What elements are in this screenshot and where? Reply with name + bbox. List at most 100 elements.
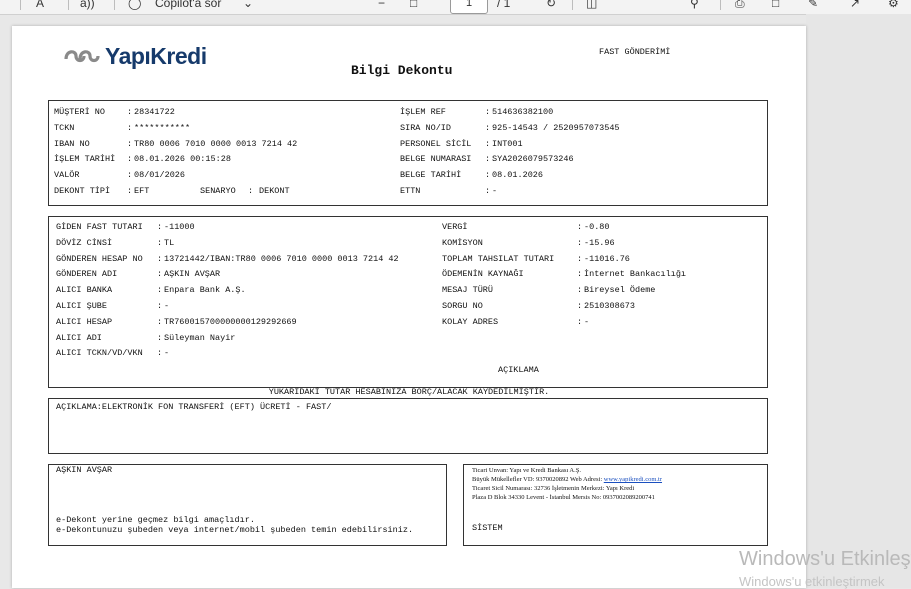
field-colon: : <box>577 237 583 248</box>
rotate-icon[interactable]: ↻ <box>546 0 556 12</box>
footer-customer-name: AŞKIN AVŞAR <box>56 465 113 475</box>
field-value: SYA2026079573246 <box>492 154 574 165</box>
field-value: Bireysel Ödeme <box>584 285 656 296</box>
field-label: İŞLEM TARİHİ <box>54 154 116 165</box>
field-value: Süleyman Nayir <box>164 332 236 343</box>
field-value: INT001 <box>492 138 523 149</box>
disclaimer-line-2: e-Dekontunuzu şubeden veya internet/mobi… <box>56 525 414 535</box>
field-value: - <box>492 186 498 196</box>
save-icon[interactable]: □ <box>772 0 779 12</box>
field-label: ÖDEMENİN KAYNAĞI <box>442 269 524 280</box>
field-colon: : <box>577 285 583 296</box>
minus-icon[interactable]: − <box>378 0 385 12</box>
field-colon: : <box>485 107 491 117</box>
print-icon[interactable]: ⎙ <box>735 0 745 12</box>
field-value: İnternet Bankacılığı <box>584 269 687 280</box>
viewer-background <box>806 14 911 588</box>
field-colon: : <box>127 170 133 181</box>
field-label: VERGİ <box>442 222 468 232</box>
system-label: SİSTEM <box>472 523 503 533</box>
field-value: 08/01/2026 <box>134 170 186 181</box>
brand-name: YapıKredi <box>105 42 207 69</box>
bank-info-line-3: Ticaret Sicil Numarası: 32736 İşletmenin… <box>472 485 635 492</box>
toolbar-separator <box>20 0 21 10</box>
field-colon: : <box>485 186 491 196</box>
field-label: TOPLAM TAHSILAT TUTARI <box>442 253 555 264</box>
field-colon: : <box>485 170 491 181</box>
document-title: Bilgi Dekontu <box>351 63 453 78</box>
copilot-button[interactable]: Copilot'a sor <box>155 0 221 12</box>
field-colon: : <box>157 316 163 327</box>
toolbar-separator <box>720 0 721 10</box>
share-icon[interactable]: ↗ <box>850 0 860 12</box>
two-page-icon[interactable]: ◫ <box>586 0 597 12</box>
senaryo-value: DEKONT <box>259 186 290 196</box>
field-colon: : <box>157 237 163 248</box>
field-value: Enpara Bank A.Ş. <box>164 285 246 296</box>
field-value: -15.96 <box>584 237 615 248</box>
field-label: BELGE TARİHİ <box>400 170 462 181</box>
aciklama-heading: AÇIKLAMA <box>498 365 539 375</box>
field-label: İŞLEM REF <box>400 107 446 117</box>
transfer-details-box <box>48 216 768 388</box>
read-aloud-icon[interactable]: a)) <box>80 0 95 12</box>
field-label: ETTN <box>400 186 421 196</box>
field-colon: : <box>127 107 133 117</box>
bank-website-link[interactable]: www.yapikredi.com.tr <box>604 476 662 483</box>
field-label: ALICI ADI <box>56 332 102 343</box>
field-colon: : <box>577 253 583 264</box>
field-value: - <box>164 348 170 359</box>
field-value: -11000 <box>164 222 195 232</box>
field-colon: : <box>157 253 163 264</box>
field-colon: : <box>127 138 133 149</box>
field-value: EFT <box>134 186 150 196</box>
field-colon: : <box>485 154 491 165</box>
field-colon: : <box>485 122 491 133</box>
field-label: MESAJ TÜRÜ <box>442 285 494 296</box>
document-page: YapıKredi FAST GÖNDERİMİ Bilgi Dekontu S… <box>12 26 806 588</box>
field-value: *********** <box>134 122 191 133</box>
activation-watermark-title: Windows'u Etkinleştir <box>739 548 911 570</box>
chevron-down-icon[interactable]: ⌄ <box>243 0 253 12</box>
field-value: 08.01.2026 <box>492 170 544 181</box>
fit-page-icon[interactable]: □ <box>410 0 417 12</box>
field-colon: : <box>577 222 583 232</box>
senaryo-label: SENARYO <box>200 186 236 196</box>
field-colon: : <box>577 301 583 311</box>
gear-icon[interactable]: ⚙ <box>888 0 899 12</box>
field-colon: : <box>157 301 163 311</box>
edit-icon[interactable]: ✎ <box>808 0 818 12</box>
field-colon: : <box>577 269 583 280</box>
field-colon: : <box>157 332 163 343</box>
field-label: DÖVİZ CİNSİ <box>56 237 113 248</box>
field-value: - <box>164 301 170 311</box>
bank-info-line-4: Plaza D Blok 34330 Levent - İstanbul Mer… <box>472 494 655 501</box>
draw-icon[interactable]: A <box>36 0 44 12</box>
field-label: GİDEN FAST TUTARI <box>56 222 143 232</box>
toolbar-separator <box>572 0 573 10</box>
field-label: GÖNDEREN ADI <box>56 269 118 280</box>
field-colon: : <box>577 316 583 327</box>
toolbar-separator <box>114 0 115 10</box>
field-value: 08.01.2026 00:15:28 <box>134 154 231 165</box>
page-total: / 1 <box>497 0 511 10</box>
toolbar-separator <box>68 0 69 10</box>
field-label: MÜŞTERİ NO <box>54 107 106 117</box>
field-colon: : <box>127 154 133 165</box>
field-colon: : <box>157 285 163 296</box>
field-label: PERSONEL SİCİL <box>400 138 472 149</box>
field-value: 925-14543 / 2520957073545 <box>492 122 620 133</box>
pdf-toolbar: A a)) ◯ Copilot'a sor ⌄ − □ 1 / 1 ↻ ◫ ⚲ … <box>0 0 911 15</box>
field-value: TL <box>164 237 175 248</box>
field-label: ALICI TCKN/VD/VKN <box>56 348 143 359</box>
page-number-input[interactable]: 1 <box>450 0 488 14</box>
field-value: TR760015700000000129292669 <box>164 316 297 327</box>
bank-info-line-2: Büyük Mükellefler VD: 9370020892 Web Adr… <box>472 476 662 485</box>
copilot-icon[interactable]: ◯ <box>128 0 141 12</box>
field-value: 13721442/IBAN:TR80 0006 7010 0000 0013 7… <box>164 253 399 264</box>
search-icon[interactable]: ⚲ <box>690 0 699 12</box>
yapikredi-logo-icon <box>64 50 100 63</box>
field-label: ALICI BANKA <box>56 285 113 296</box>
activation-watermark-subtitle: Windows'u etkinleştirmek <box>739 574 885 589</box>
field-colon: : <box>485 138 491 149</box>
